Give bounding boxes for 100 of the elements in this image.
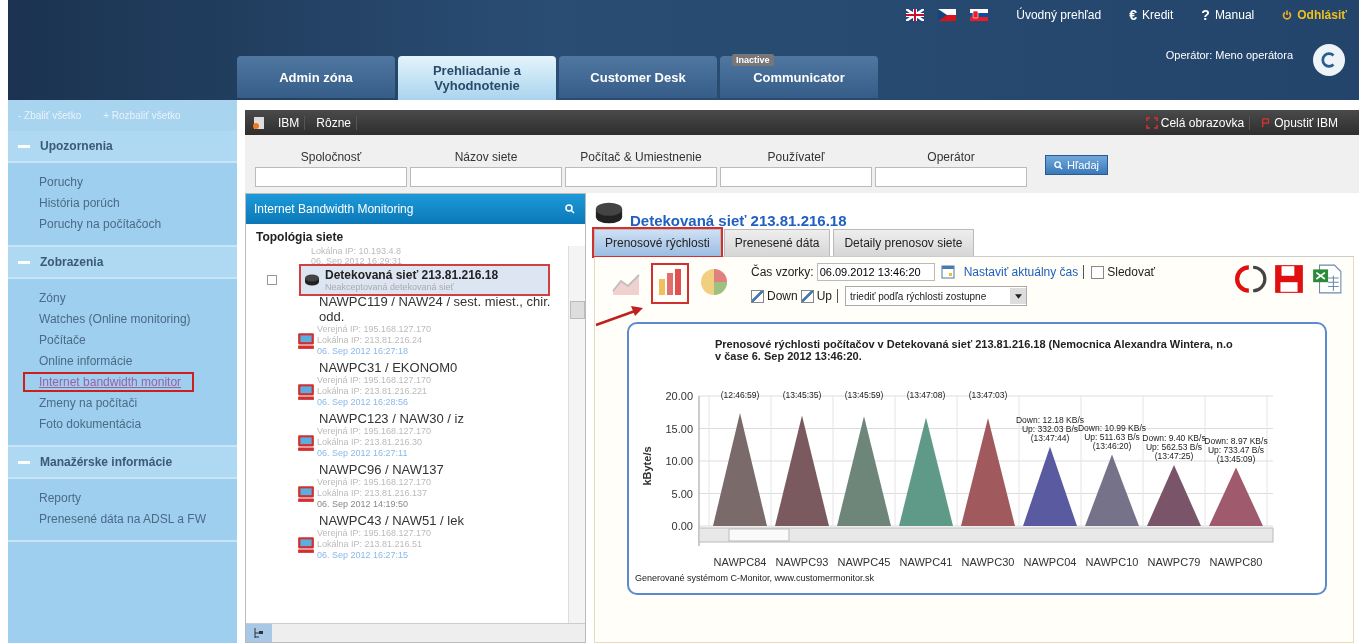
sidebar-link[interactable]: Watches (Online monitoring) [39,312,191,326]
filter-field[interactable] [875,167,1027,187]
collapse-icon[interactable] [267,275,277,285]
chart-type-button[interactable] [651,263,689,304]
computer-name[interactable]: NAWPC123 / NAW30 / iz [297,411,568,426]
sidebar-link[interactable]: Poruchy [39,175,84,189]
tick-label: 5.00 [671,487,693,500]
section-header[interactable]: Zobrazenia [8,247,237,279]
fullscreen-button[interactable]: Celá obrazovka [1140,115,1251,130]
computer-name[interactable]: NAWPC43 / NAW51 / lek [297,513,568,528]
computer-name[interactable]: NAWPC119 / NAW24 / sest. miest., chir. odd. [297,294,568,324]
data-label: Up: 511.63 B/s [1084,431,1140,442]
flag-icon[interactable] [938,9,957,21]
data-label: (13:46:20) [1092,440,1132,451]
content-tab[interactable]: Prenosové rýchlosti [594,229,721,256]
computer-detail: Lokálna IP: 10.193.4.8 [310,246,403,256]
operator-label: Operátor: Meno operátora [1165,49,1293,61]
section-header[interactable]: Upozornenia [8,131,237,163]
search-button[interactable]: Hľadaj [1045,155,1108,175]
tick-label: 20.00 [665,390,693,402]
toolbar-menu-item[interactable]: IBM [273,115,306,130]
horizontal-scrollbar[interactable] [698,527,1274,543]
top-link[interactable]: Úvodný prehľad [1016,8,1102,22]
nav-tab[interactable]: Prehliadanie a Vyhodnotenie [398,56,556,100]
spreadsheet-icon[interactable] [1311,263,1343,295]
category-label: NAWPC79 [1147,556,1201,568]
checkbox[interactable] [751,289,764,303]
content-tab[interactable]: Detaily prenosov siete [833,229,974,256]
checkbox-label: Up [816,289,839,303]
data-label: Up: 562.53 B/s [1145,441,1203,452]
checkbox-label: Sledovať [1107,265,1156,279]
data-label: (13:45:09) [1216,453,1256,464]
computer-detail: Lokálna IP: 213.81.216.30 [317,437,424,448]
content-tab[interactable]: Prenesené dáta [723,229,831,256]
chart-bar [1209,467,1263,526]
caret-icon [1014,293,1022,299]
section-header[interactable]: Manažérske informácie [8,447,237,479]
computer-detail: 06. Sep 2012 16:29:31 [310,256,404,266]
nav-tab[interactable]: Customer Desk [559,56,717,98]
nav-tab[interactable]: Admin zóna [237,56,395,98]
sidebar-link[interactable]: História porúch [39,196,120,210]
tree-tool-icon[interactable] [246,624,272,642]
flag-icon [1261,116,1272,129]
sample-time-field[interactable]: 06.09.2012 13:46:20 [816,263,935,281]
top-link[interactable]: Odhlásiť [1282,8,1347,22]
computer-name[interactable]: NAWPC96 / NAW137 [297,462,568,477]
data-label: (13:47:08) [906,390,946,400]
last-seen-time: 06. Sep 2012 14:19:50 [317,499,410,510]
computer-detail: Verejná IP: 195.168.127.170 [317,426,432,437]
flag-icon[interactable] [906,9,925,21]
checkbox[interactable] [1091,265,1105,279]
data-label: (13:47:44) [1030,432,1070,443]
computer-detail: Verejná IP: 195.168.127.170 [317,375,432,386]
filter-field[interactable] [410,167,562,187]
tree-heading: Topológia siete [255,229,345,246]
network-status: Neakceptovaná detekovaná sieť [325,282,455,292]
computer-detail: Lokálna IP: 213.81.216.24 [317,335,424,346]
filter-field[interactable] [720,167,872,187]
exit-button[interactable]: Opustiť IBM [1256,115,1343,130]
sidebar-link[interactable]: Foto dokumentácia [39,417,142,431]
scrollbar[interactable] [568,246,585,623]
save-icon[interactable] [1273,263,1305,295]
calendar-icon[interactable] [940,265,955,279]
checkbox[interactable] [800,289,814,303]
sort-dropdown[interactable]: triediť podľa rýchlosti zostupne [845,286,1028,306]
search-icon[interactable] [565,204,575,214]
category-label: NAWPC45 [837,556,891,568]
filter-label: Používateľ [767,150,825,164]
nav-tab[interactable]: Inactive Communicator [720,56,878,98]
top-link[interactable]: ? Manual [1201,7,1255,23]
pie-chart-icon [699,267,729,297]
filter-label: Spoločnosť [300,150,362,164]
computer-detail: Verejná IP: 195.168.127.170 [317,477,432,488]
computer-icon [297,331,315,350]
sidebar-link[interactable]: Počítače [39,333,86,347]
sidebar-link[interactable]: Prenesené dáta na ADSL a FW [39,512,206,526]
network-name: Detekovaná sieť 213.81.216.18 [325,268,499,282]
sidebar-link[interactable]: Online informácie [39,354,133,368]
data-label: Down: 12.18 KB/s [1016,414,1084,425]
filter-field[interactable] [255,167,407,187]
top-link[interactable]: € Kredit [1129,7,1174,23]
filter-field[interactable] [565,167,717,187]
sidebar-link[interactable]: Zóny [39,291,66,305]
sidebar-link[interactable]: Reporty [39,491,82,505]
chart-footer: Generované systémom C-Monitor, www.customermonitor.sk [629,573,1325,583]
arrow-annotation [595,303,645,327]
computer-name[interactable]: NAWPC31 / EKONOM0 [297,360,568,375]
refresh-icon[interactable] [1235,263,1267,295]
set-current-time-link[interactable]: Nastaviť aktuálny čas [963,265,1085,279]
sidebar-link[interactable]: Poruchy na počítačoch [39,217,162,231]
chart-title: Prenosové rýchlosti počítačov v Detekovaná sieť 213.81.216.18 (Nemocnica Alexandra Wintera, n.o [714,338,1234,350]
filter-label: Názov siete [454,150,518,164]
computer-detail: Verejná IP: 195.168.127.170 [317,324,432,335]
toolbar-menu-item[interactable]: Rôzne [311,115,358,130]
last-seen-time: 06. Sep 2012 16:27:11 [317,448,409,459]
flag-icon[interactable] [970,9,989,21]
sidebar-link[interactable]: Zmeny na počítači [39,396,138,410]
data-label: Down: 10.99 KB/s [1078,422,1146,433]
last-seen-time: 06. Sep 2012 16:27:15 [317,550,410,561]
logo-icon [1313,44,1345,76]
